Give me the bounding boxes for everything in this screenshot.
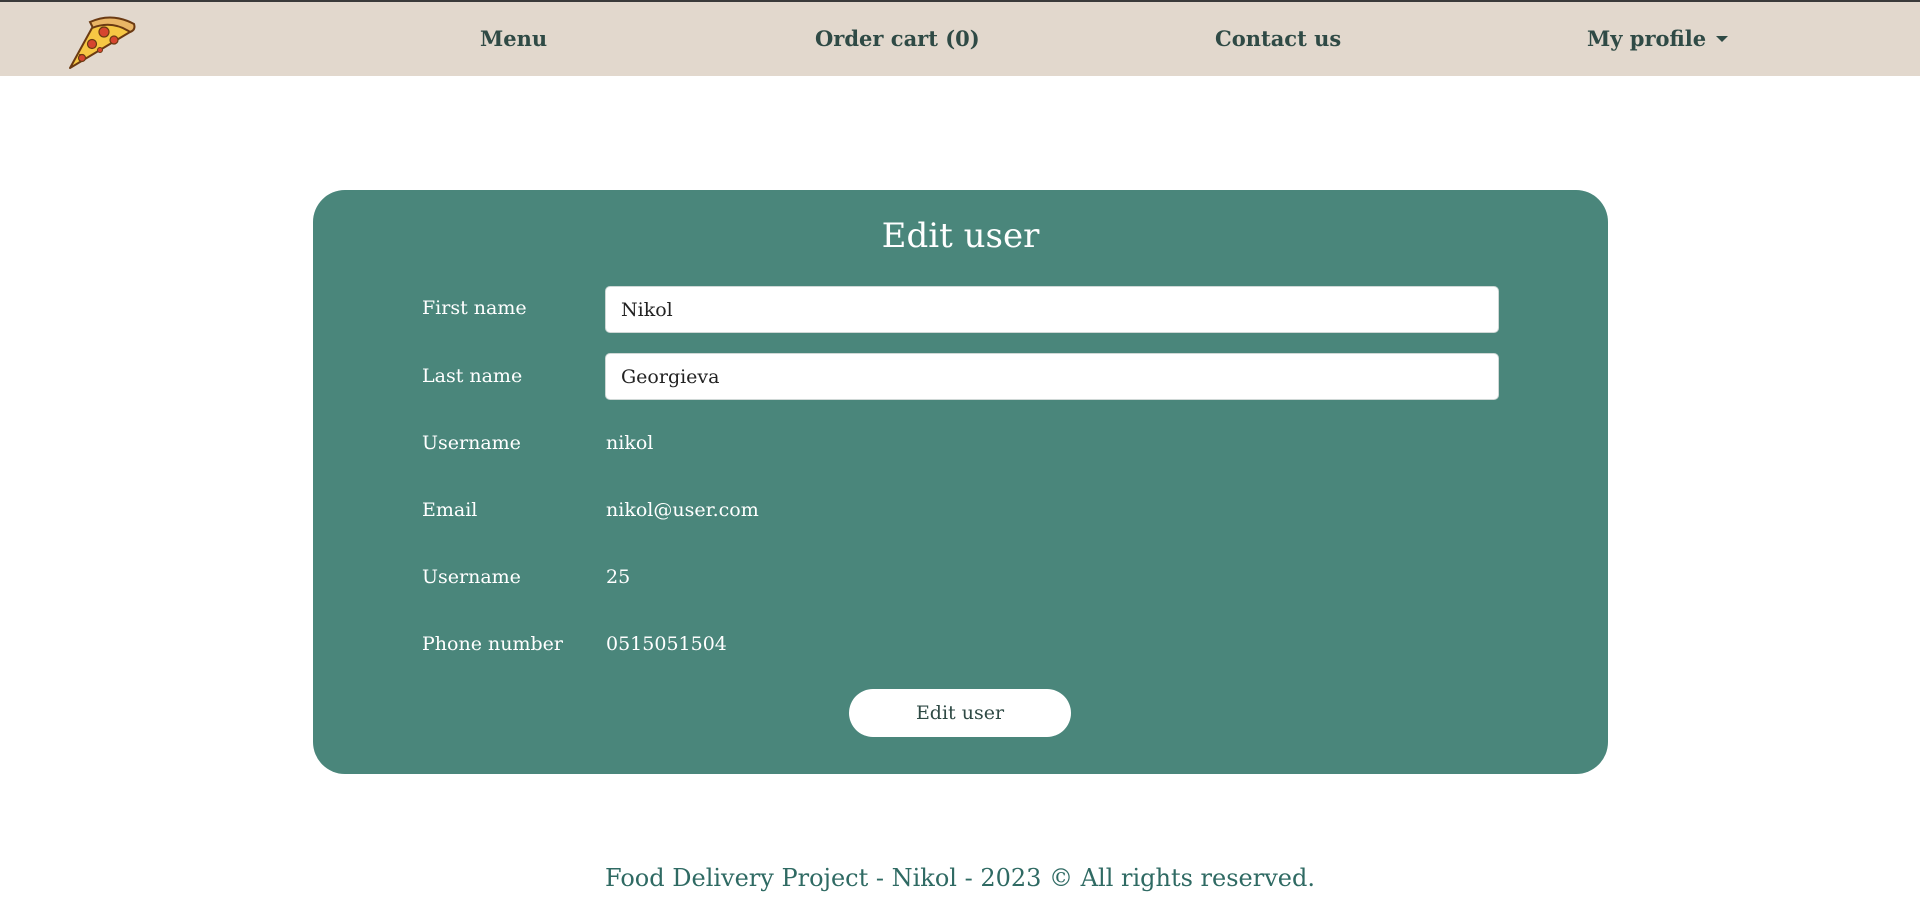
first-name-label: First name [422,297,527,319]
last-name-label: Last name [422,365,523,387]
first-name-field[interactable] [605,286,1499,333]
nav-order-cart-link[interactable]: Order cart (0) [815,26,980,51]
footer-copyright: Food Delivery Project - Nikol - 2023 © A… [605,864,1315,892]
pizza-slice-icon[interactable] [62,10,138,72]
profile-label: My profile [1587,26,1707,51]
username-value: nikol [606,432,654,454]
username-label: Username [422,432,521,454]
nav-profile-dropdown[interactable]: My profile [1587,26,1729,51]
last-name-field[interactable] [605,353,1499,400]
age-label: Username [422,566,521,588]
card-title: Edit user [881,216,1040,256]
nav-contact-link[interactable]: Contact us [1215,26,1341,51]
email-label: Email [422,499,478,521]
age-value: 25 [606,566,631,588]
edit-user-button[interactable]: Edit user [849,689,1071,737]
phone-number-label: Phone number [422,633,563,655]
edit-user-card: Edit user First name Last name Username … [313,190,1608,774]
navbar: Menu Order cart (0) Contact us My profil… [0,2,1920,76]
nav-menu-link[interactable]: Menu [480,26,547,51]
chevron-down-icon [1716,36,1729,42]
email-value: nikol@user.com [606,499,759,521]
phone-number-value: 0515051504 [606,633,727,655]
